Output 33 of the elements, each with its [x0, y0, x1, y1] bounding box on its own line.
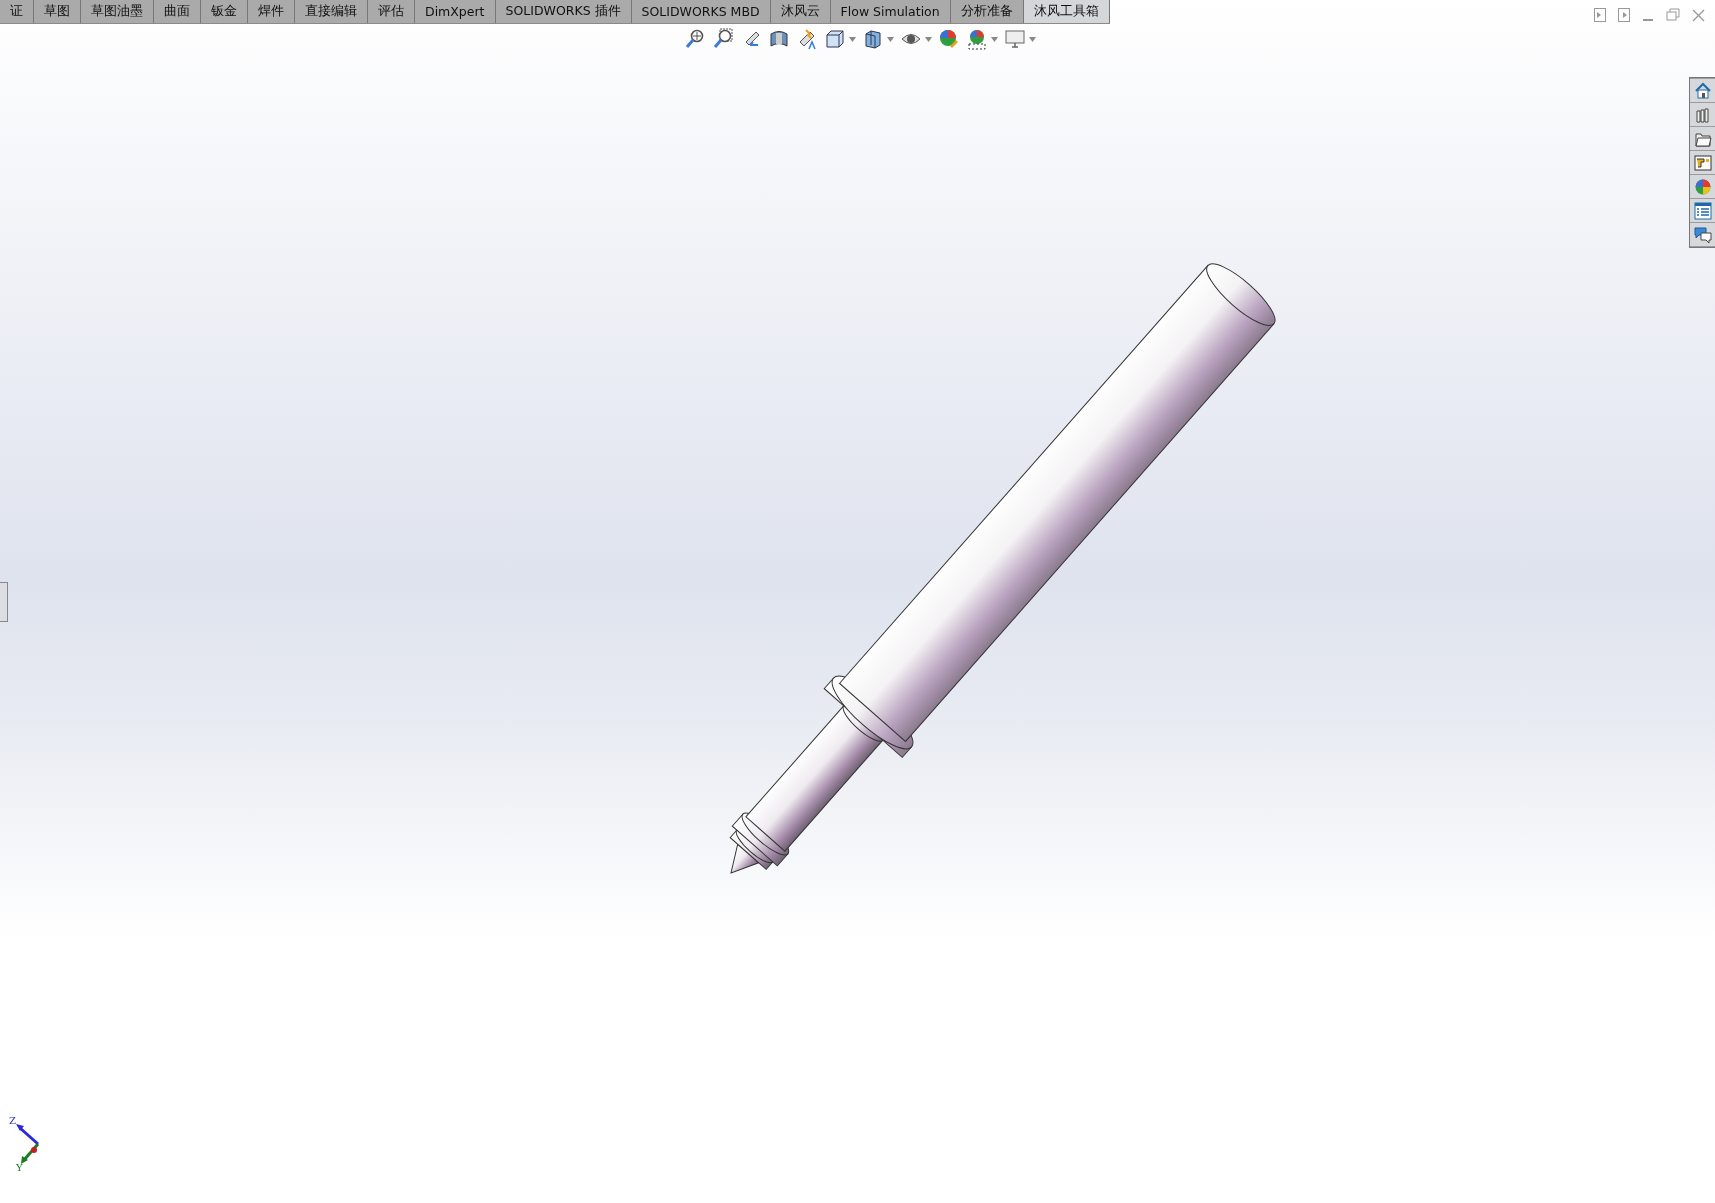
panel-right-icon[interactable]: [1618, 8, 1630, 22]
task-pane-button[interactable]: [1690, 103, 1715, 126]
books-icon: [1693, 105, 1712, 124]
close-icon[interactable]: [1692, 8, 1705, 22]
color-ball-icon[interactable]: [938, 28, 960, 50]
axis-label: Z: [9, 1115, 16, 1126]
panel-handle[interactable]: [0, 582, 8, 622]
chat-bubbles-icon: [1693, 225, 1712, 244]
section-view-icon[interactable]: [768, 28, 790, 50]
scene-ball-icon[interactable]: [966, 28, 988, 50]
caret-icon[interactable]: [991, 36, 998, 42]
caret-icon[interactable]: [887, 36, 894, 42]
task-pane-button[interactable]: [1690, 127, 1715, 150]
cube-icon[interactable]: [824, 28, 846, 50]
task-pane-button[interactable]: [1690, 175, 1715, 198]
caret-icon[interactable]: [849, 36, 856, 42]
task-pane-button[interactable]: [1690, 79, 1715, 102]
zoom-area-icon[interactable]: [712, 28, 734, 50]
panel-left-icon[interactable]: [1594, 8, 1606, 22]
home-icon: [1693, 81, 1712, 100]
task-pane-button[interactable]: [1690, 223, 1715, 246]
list-icon: [1693, 201, 1712, 220]
shaded-cube-icon[interactable]: [862, 28, 884, 50]
task-pane-button[interactable]: [1690, 151, 1715, 174]
color-ball-icon: [1693, 177, 1712, 196]
command-tab[interactable]: 沐风工具箱: [1023, 0, 1110, 23]
task-pane-button[interactable]: [1690, 199, 1715, 222]
axis-label: Y: [16, 1162, 23, 1172]
caret-icon[interactable]: [1029, 36, 1036, 42]
monitor-icon[interactable]: [1004, 28, 1026, 50]
caret-icon[interactable]: [925, 36, 932, 42]
zoom-to-fit-icon[interactable]: [684, 28, 706, 50]
layout-icon: [1693, 153, 1712, 172]
